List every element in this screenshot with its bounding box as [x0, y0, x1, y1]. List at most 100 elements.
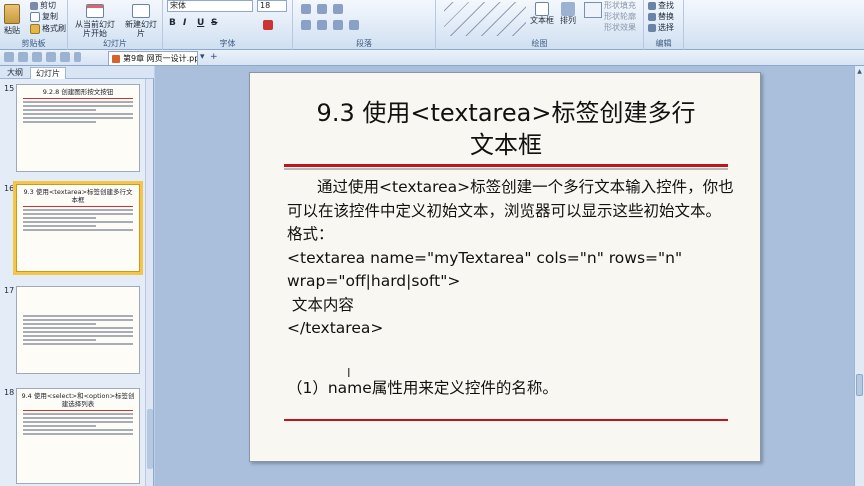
cut-button[interactable]: 剪切 [30, 0, 56, 11]
edit-group-label: 编辑 [655, 39, 672, 48]
textbox-button[interactable]: 文本框 [530, 2, 554, 25]
preview-icon[interactable] [60, 52, 70, 62]
slide-preview: 9.3 使用<textarea>标签创建多行文本框 [13, 181, 143, 275]
format-painter-label: 格式刷 [42, 24, 66, 33]
title-divider-gray [284, 168, 728, 170]
brush-icon [30, 23, 40, 34]
editor-scrollbar[interactable]: ▲ [854, 66, 864, 486]
paragraph-group-label: 段落 [356, 39, 372, 48]
tab-outline[interactable]: 大纲 [2, 67, 28, 79]
slideshow-icon [86, 4, 104, 18]
format-painter-button[interactable]: 格式刷 [30, 23, 66, 34]
editor-scroll-thumb[interactable] [856, 374, 863, 396]
scroll-up-icon[interactable]: ▲ [855, 67, 864, 76]
bold-button[interactable]: B [169, 18, 176, 28]
thumbnail-title: 9.3 使用<textarea>标签创建多行文本框 [23, 188, 133, 204]
shape-effect-label: 形状效果 [604, 23, 636, 32]
textbox-label: 文本框 [530, 16, 554, 25]
customize-icon[interactable] [74, 52, 81, 62]
select-icon [648, 23, 656, 32]
numbering-icon[interactable] [317, 4, 327, 14]
code-line: 文本内容 [287, 295, 354, 314]
slide-thumbnail[interactable]: 15 9.2.8 创建图形按文按钮 [0, 84, 146, 176]
quick-style-1[interactable] [584, 2, 602, 18]
font-group-label: 字体 [219, 39, 236, 48]
slide-title-line-1: 9.3 使用<textarea>标签创建多行 [316, 99, 696, 127]
ppt-file-icon [112, 55, 120, 63]
scissors-icon [30, 1, 38, 10]
slide-note: （1）name属性用来定义控件的名称。 [287, 379, 558, 397]
replace-button[interactable]: 替换 [648, 11, 674, 22]
thumbnail-title: 9.4 使用<select>和<option>标签创建选择列表 [21, 392, 135, 408]
slide-number: 15 [4, 84, 15, 93]
paragraph-group: 段落 [293, 0, 436, 50]
panel-scroll-thumb[interactable] [147, 409, 153, 469]
code-line: wrap="off|hard|soft"> [287, 272, 461, 290]
slide-title[interactable]: 9.3 使用<textarea>标签创建多行 文本框 [270, 97, 742, 161]
panel-scrollbar[interactable] [145, 79, 153, 486]
slide-number: 17 [4, 286, 15, 295]
panel-tabs: 大纲 幻灯片 [0, 66, 154, 79]
drawing-group-label: 绘图 [531, 39, 548, 48]
justify-icon[interactable] [349, 20, 359, 30]
from-current-slide-button[interactable]: 从当前幻灯片开始 [72, 4, 118, 38]
current-slide[interactable]: 9.3 使用<textarea>标签创建多行 文本框 通过使用<textarea… [249, 72, 761, 462]
align-left-icon[interactable] [301, 20, 311, 30]
replace-label: 替换 [658, 12, 674, 21]
slide-number: 16 [4, 184, 15, 193]
replace-icon [648, 12, 656, 21]
copy-button[interactable]: 复制 [30, 11, 58, 22]
new-slide-label: 新建幻灯片 [125, 20, 157, 38]
slide-thumbnail[interactable]: 17 [0, 286, 146, 378]
font-group: 宋体 18 B I U S 字体 [163, 0, 293, 50]
font-size-select[interactable]: 18 [257, 0, 287, 12]
slide-number: 18 [4, 388, 15, 397]
save-icon[interactable] [4, 52, 14, 62]
tab-dropdown-button[interactable]: ▾ [200, 52, 205, 63]
font-name-select[interactable]: 宋体 [167, 0, 253, 12]
slides-group: 从当前幻灯片开始 新建幻灯片 幻灯片 [68, 0, 163, 50]
thumbnail-title: 9.2.8 创建图形按文按钮 [42, 88, 114, 96]
tab-slides[interactable]: 幻灯片 [30, 67, 66, 79]
slide-preview [16, 286, 140, 374]
arrange-icon [561, 2, 575, 16]
indent-icon[interactable] [333, 4, 343, 14]
italic-button[interactable]: I [183, 18, 186, 28]
document-tab[interactable]: 第9章 网页一设计.ppt [108, 51, 198, 65]
slide-thumbnail-selected[interactable]: 16 9.3 使用<textarea>标签创建多行文本框 [0, 181, 146, 276]
shape-effect-button[interactable]: 形状效果 [604, 22, 636, 33]
underline-button[interactable]: U [197, 18, 204, 28]
redo-icon[interactable] [32, 52, 42, 62]
new-slide-button[interactable]: 新建幻灯片 [122, 4, 160, 38]
slide-panel: 大纲 幻灯片 15 9.2.8 创建图形按文按钮 16 9.3 使用<texta… [0, 66, 154, 486]
shape-fill-button[interactable]: 形状填充 [604, 0, 636, 11]
align-right-icon[interactable] [333, 20, 343, 30]
cut-label: 剪切 [40, 1, 56, 10]
document-tab-strip: 第9章 网页一设计.ppt ▾ + [0, 50, 864, 66]
arrange-button[interactable]: 排列 [560, 2, 576, 25]
print-icon[interactable] [46, 52, 56, 62]
from-current-label: 从当前幻灯片开始 [75, 20, 115, 38]
bullets-icon[interactable] [301, 4, 311, 14]
paste-button[interactable]: 粘贴 [4, 4, 20, 35]
paste-label: 粘贴 [4, 26, 20, 35]
find-button[interactable]: 查找 [648, 0, 674, 11]
drawing-group: 文本框 排列 形状填充 形状轮廓 形状效果 绘图 [436, 0, 644, 50]
undo-icon[interactable] [18, 52, 28, 62]
select-label: 选择 [658, 23, 674, 32]
shapes-gallery[interactable] [444, 2, 526, 36]
strikethrough-button[interactable]: S [211, 18, 217, 28]
slide-title-line-2: 文本框 [470, 131, 542, 159]
document-tab-label: 第9章 网页一设计.ppt [123, 54, 198, 63]
slide-body[interactable]: 通过使用<textarea>标签创建一个多行文本输入控件，你也可以在该控件中定义… [287, 176, 737, 341]
slide-thumbnail[interactable]: 18 9.4 使用<select>和<option>标签创建选择列表 [0, 388, 146, 484]
copy-label: 复制 [42, 12, 58, 21]
font-color-icon[interactable] [263, 20, 273, 30]
shape-fill-label: 形状填充 [604, 1, 636, 10]
new-tab-button[interactable]: + [210, 52, 218, 63]
shape-outline-button[interactable]: 形状轮廓 [604, 11, 636, 22]
code-line: <textarea name="myTextarea" cols="n" row… [287, 248, 683, 267]
select-button[interactable]: 选择 [648, 22, 674, 33]
binoculars-icon [648, 1, 656, 10]
align-center-icon[interactable] [317, 20, 327, 30]
